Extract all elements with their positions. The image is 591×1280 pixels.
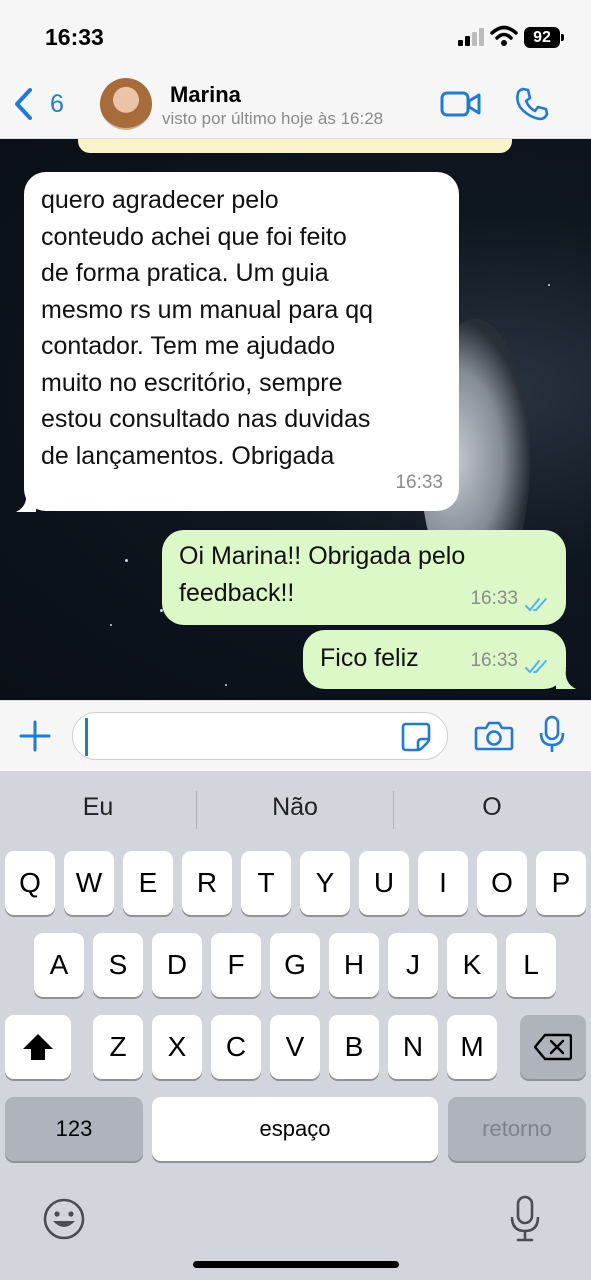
numbers-key[interactable]: 123 <box>5 1097 143 1161</box>
backspace-icon <box>533 1033 573 1061</box>
video-call-icon[interactable] <box>440 90 482 118</box>
key-f[interactable]: F <box>211 933 261 997</box>
key-l[interactable]: L <box>506 933 556 997</box>
message-time: 16:33 <box>470 649 518 671</box>
contact-status: visto por último hoje às 16:28 <box>162 109 384 128</box>
key-c[interactable]: C <box>211 1015 261 1079</box>
message-input-bar <box>0 700 591 771</box>
contact-name[interactable]: Marina <box>170 82 241 108</box>
wallpaper-star <box>548 284 550 286</box>
wallpaper-star <box>225 684 227 686</box>
emoji-icon[interactable] <box>42 1197 86 1241</box>
message-text: quero agradecer pelo conteudo achei que … <box>41 186 374 470</box>
keyboard: Eu Não O Q W E R T Y U I O P A S D F G H… <box>0 771 591 1280</box>
key-i[interactable]: I <box>418 851 468 915</box>
key-h[interactable]: H <box>329 933 379 997</box>
dictation-icon[interactable] <box>508 1195 542 1243</box>
key-e[interactable]: E <box>123 851 173 915</box>
key-k[interactable]: K <box>447 933 497 997</box>
battery-icon: 92 <box>524 27 564 48</box>
backspace-key[interactable] <box>520 1015 586 1079</box>
suggestion-1[interactable]: Eu <box>0 793 196 822</box>
message-bubble-outgoing[interactable]: Oi Marina!! Obrigada pelo feedback!! 16:… <box>162 530 566 625</box>
message-input[interactable] <box>72 712 448 760</box>
chat-header: 6 Marina visto por último hoje às 16:28 <box>0 72 591 139</box>
previous-message-edge <box>78 139 512 153</box>
key-p[interactable]: P <box>536 851 586 915</box>
key-x[interactable]: X <box>152 1015 202 1079</box>
signal-icon <box>458 28 484 46</box>
sticker-icon[interactable] <box>400 721 432 753</box>
message-time: 16:33 <box>470 587 518 609</box>
suggestion-2[interactable]: Não <box>197 793 393 822</box>
plus-icon[interactable] <box>18 719 52 753</box>
key-q[interactable]: Q <box>5 851 55 915</box>
key-r[interactable]: R <box>182 851 232 915</box>
shift-icon <box>23 1034 53 1060</box>
message-bubble-outgoing[interactable]: Fico feliz 16:33 <box>303 630 566 689</box>
key-m[interactable]: M <box>447 1015 497 1079</box>
key-o[interactable]: O <box>477 851 527 915</box>
space-key[interactable]: espaço <box>152 1097 438 1161</box>
suggestion-bar: Eu Não O <box>0 771 591 851</box>
key-w[interactable]: W <box>64 851 114 915</box>
wallpaper-star <box>110 624 112 626</box>
return-key[interactable]: retorno <box>448 1097 586 1161</box>
status-bar: 16:33 92 <box>0 0 591 72</box>
chat-area[interactable]: quero agradecer pelo conteudo achei que … <box>0 139 591 700</box>
home-indicator <box>193 1261 399 1268</box>
camera-icon[interactable] <box>474 720 514 752</box>
key-v[interactable]: V <box>270 1015 320 1079</box>
key-s[interactable]: S <box>93 933 143 997</box>
phone-icon[interactable] <box>514 86 550 122</box>
microphone-icon[interactable] <box>538 715 566 755</box>
read-ticks-icon <box>525 660 547 674</box>
key-b[interactable]: B <box>329 1015 379 1079</box>
back-chevron-icon <box>15 88 32 120</box>
wifi-icon <box>490 25 518 46</box>
key-y[interactable]: Y <box>300 851 350 915</box>
key-n[interactable]: N <box>388 1015 438 1079</box>
read-ticks-icon <box>525 598 547 612</box>
message-bubble-incoming[interactable]: quero agradecer pelo conteudo achei que … <box>24 172 459 511</box>
suggestion-3[interactable]: O <box>394 793 590 822</box>
wallpaper-star <box>125 559 128 562</box>
key-g[interactable]: G <box>270 933 320 997</box>
avatar[interactable] <box>100 78 152 130</box>
key-a[interactable]: A <box>34 933 84 997</box>
key-u[interactable]: U <box>359 851 409 915</box>
message-time: 16:33 <box>395 471 443 493</box>
key-d[interactable]: D <box>152 933 202 997</box>
status-time: 16:33 <box>45 24 104 50</box>
text-caret <box>85 718 88 756</box>
key-j[interactable]: J <box>388 933 438 997</box>
unread-count: 6 <box>50 89 64 118</box>
key-t[interactable]: T <box>241 851 291 915</box>
shift-key[interactable] <box>5 1015 71 1079</box>
back-button[interactable]: 6 <box>12 84 64 124</box>
key-z[interactable]: Z <box>93 1015 143 1079</box>
